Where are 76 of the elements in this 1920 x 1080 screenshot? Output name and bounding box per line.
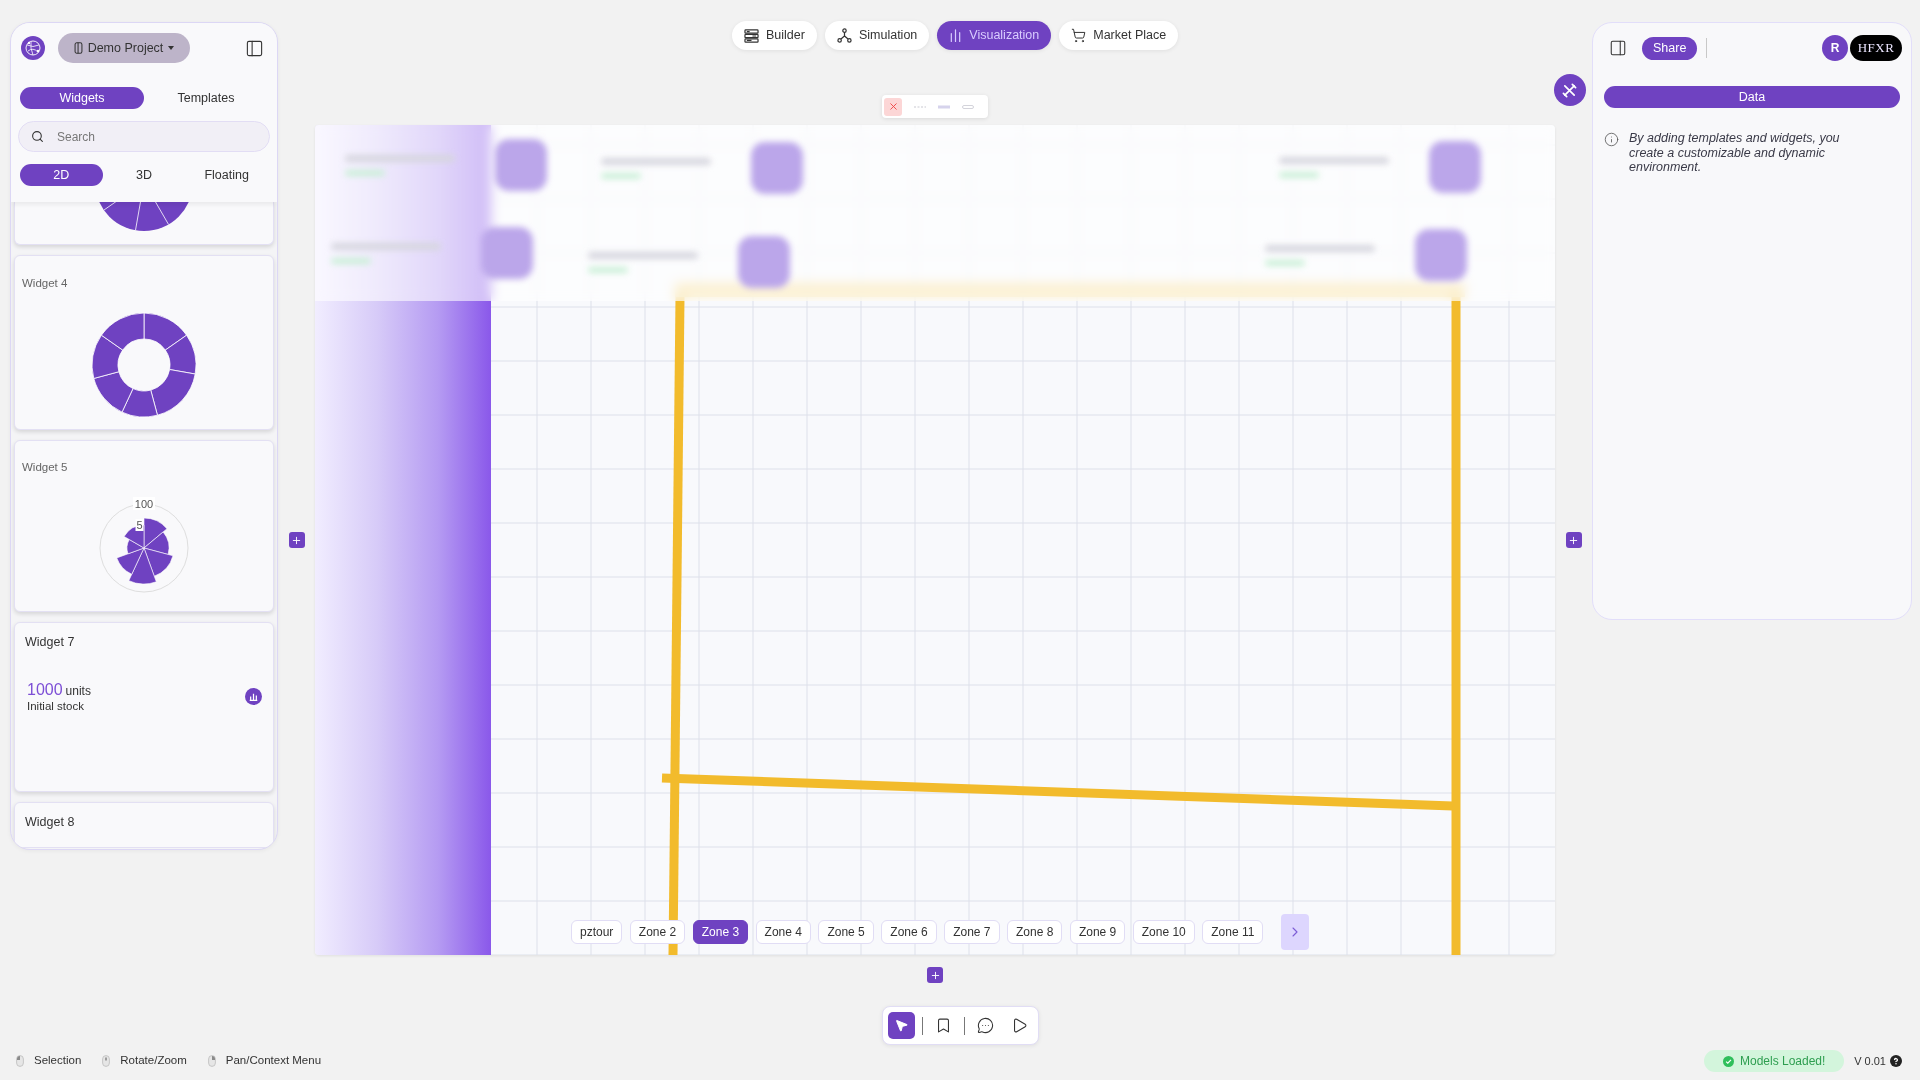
sidebar-toggle-icon[interactable]: [1609, 39, 1627, 57]
zone-tab[interactable]: Zone 3: [692, 920, 749, 944]
widget-title: Widget 4: [22, 276, 69, 290]
mouse-icon: [16, 1055, 24, 1067]
nav-tab[interactable]: Simulation: [824, 21, 930, 50]
info-icon: [1604, 132, 1619, 147]
pointer-icon: [893, 1018, 909, 1033]
zone-tab[interactable]: Zone 11: [1202, 920, 1264, 944]
comment-icon: [976, 1017, 994, 1034]
tab[interactable]: 3D: [102, 164, 186, 186]
version-label: V 0.01: [1854, 1053, 1886, 1069]
widget-card[interactable]: Widget 7 1000 units Initial stock: [14, 622, 274, 792]
axis-tick-label: 5: [136, 519, 143, 531]
plus-icon: [929, 969, 941, 981]
nav-tab[interactable]: Builder: [732, 21, 817, 50]
plus-icon: [291, 534, 302, 546]
logo-icon: [21, 36, 45, 60]
hint-label: Rotate/Zoom: [120, 1053, 187, 1069]
tab[interactable]: Floating: [185, 164, 268, 186]
nav-tab[interactable]: Visualization: [937, 21, 1052, 50]
stat-value: 1000: [27, 680, 63, 699]
help-icon[interactable]: [1890, 1055, 1902, 1067]
add-button[interactable]: [288, 532, 305, 548]
zone-tab[interactable]: Zone 6: [881, 920, 937, 944]
user-avatar[interactable]: R: [1822, 35, 1848, 61]
plus-icon: [1568, 534, 1579, 546]
bar-chart-icon: [949, 29, 963, 42]
tab[interactable]: Templates: [144, 87, 268, 109]
check-icon: [1723, 1055, 1734, 1067]
add-button[interactable]: [1565, 532, 1582, 548]
zone-tab[interactable]: Zone 8: [1007, 920, 1063, 944]
layout-icon: [744, 28, 759, 43]
zone-tab[interactable]: Zone 2: [629, 920, 686, 944]
widget-card[interactable]: Widget 4: [14, 255, 274, 430]
status-text: Models Loaded!: [1740, 1053, 1826, 1070]
zone-tab[interactable]: pztour: [571, 920, 623, 944]
zone-tab[interactable]: Zone 9: [1069, 920, 1126, 944]
caret-down-icon: [168, 46, 175, 50]
stat-caption: Initial stock: [27, 699, 85, 713]
zone-tab[interactable]: Zone 10: [1132, 920, 1195, 944]
info-text: By adding templates and widgets, you create a customizable and dynamic environment.: [1629, 131, 1841, 175]
search-field[interactable]: Search: [18, 121, 270, 152]
brand-label: HFXR: [1850, 35, 1902, 61]
delete-button[interactable]: [884, 97, 902, 116]
cart-icon: [1071, 28, 1087, 43]
widget-title: Widget 8: [25, 814, 76, 830]
widget-card[interactable]: Widget 8: [14, 802, 274, 848]
hint-label: Pan/Context Menu: [225, 1053, 322, 1069]
mouse-icon: [207, 1055, 216, 1067]
tab[interactable]: Widgets: [20, 87, 144, 109]
widget-title: Widget 7: [25, 634, 76, 650]
zone-tab[interactable]: Zone 7: [944, 920, 1000, 944]
widget-card[interactable]: [14, 202, 274, 245]
mouse-icon: [102, 1055, 111, 1067]
floor-plan-view[interactable]: [315, 125, 1555, 955]
tool-button[interactable]: [887, 1012, 915, 1039]
hint-label: Selection: [34, 1053, 82, 1069]
search-icon: [31, 130, 44, 143]
project-dropdown[interactable]: Demo Project: [58, 33, 190, 63]
axis-tick-label: 100: [134, 497, 154, 510]
nodes-icon: [836, 28, 852, 43]
stat-unit: units: [65, 684, 91, 699]
bar-chart-icon: [245, 688, 262, 705]
zone-tab[interactable]: Zone 4: [755, 920, 811, 944]
share-button[interactable]: Share: [1642, 36, 1698, 60]
tools-button[interactable]: [1553, 74, 1586, 106]
sidebar-toggle-icon[interactable]: [245, 38, 264, 58]
widget-title: Widget 5: [22, 460, 69, 474]
data-button[interactable]: Data: [1604, 86, 1900, 108]
zone-tab[interactable]: Zone 5: [818, 920, 874, 944]
tools-icon: [1562, 82, 1577, 98]
nav-tab[interactable]: Market Place: [1059, 21, 1179, 50]
panel-icon: [73, 42, 83, 54]
close-icon: [887, 101, 899, 112]
tab[interactable]: 2D: [20, 164, 103, 186]
add-button[interactable]: [927, 967, 943, 983]
